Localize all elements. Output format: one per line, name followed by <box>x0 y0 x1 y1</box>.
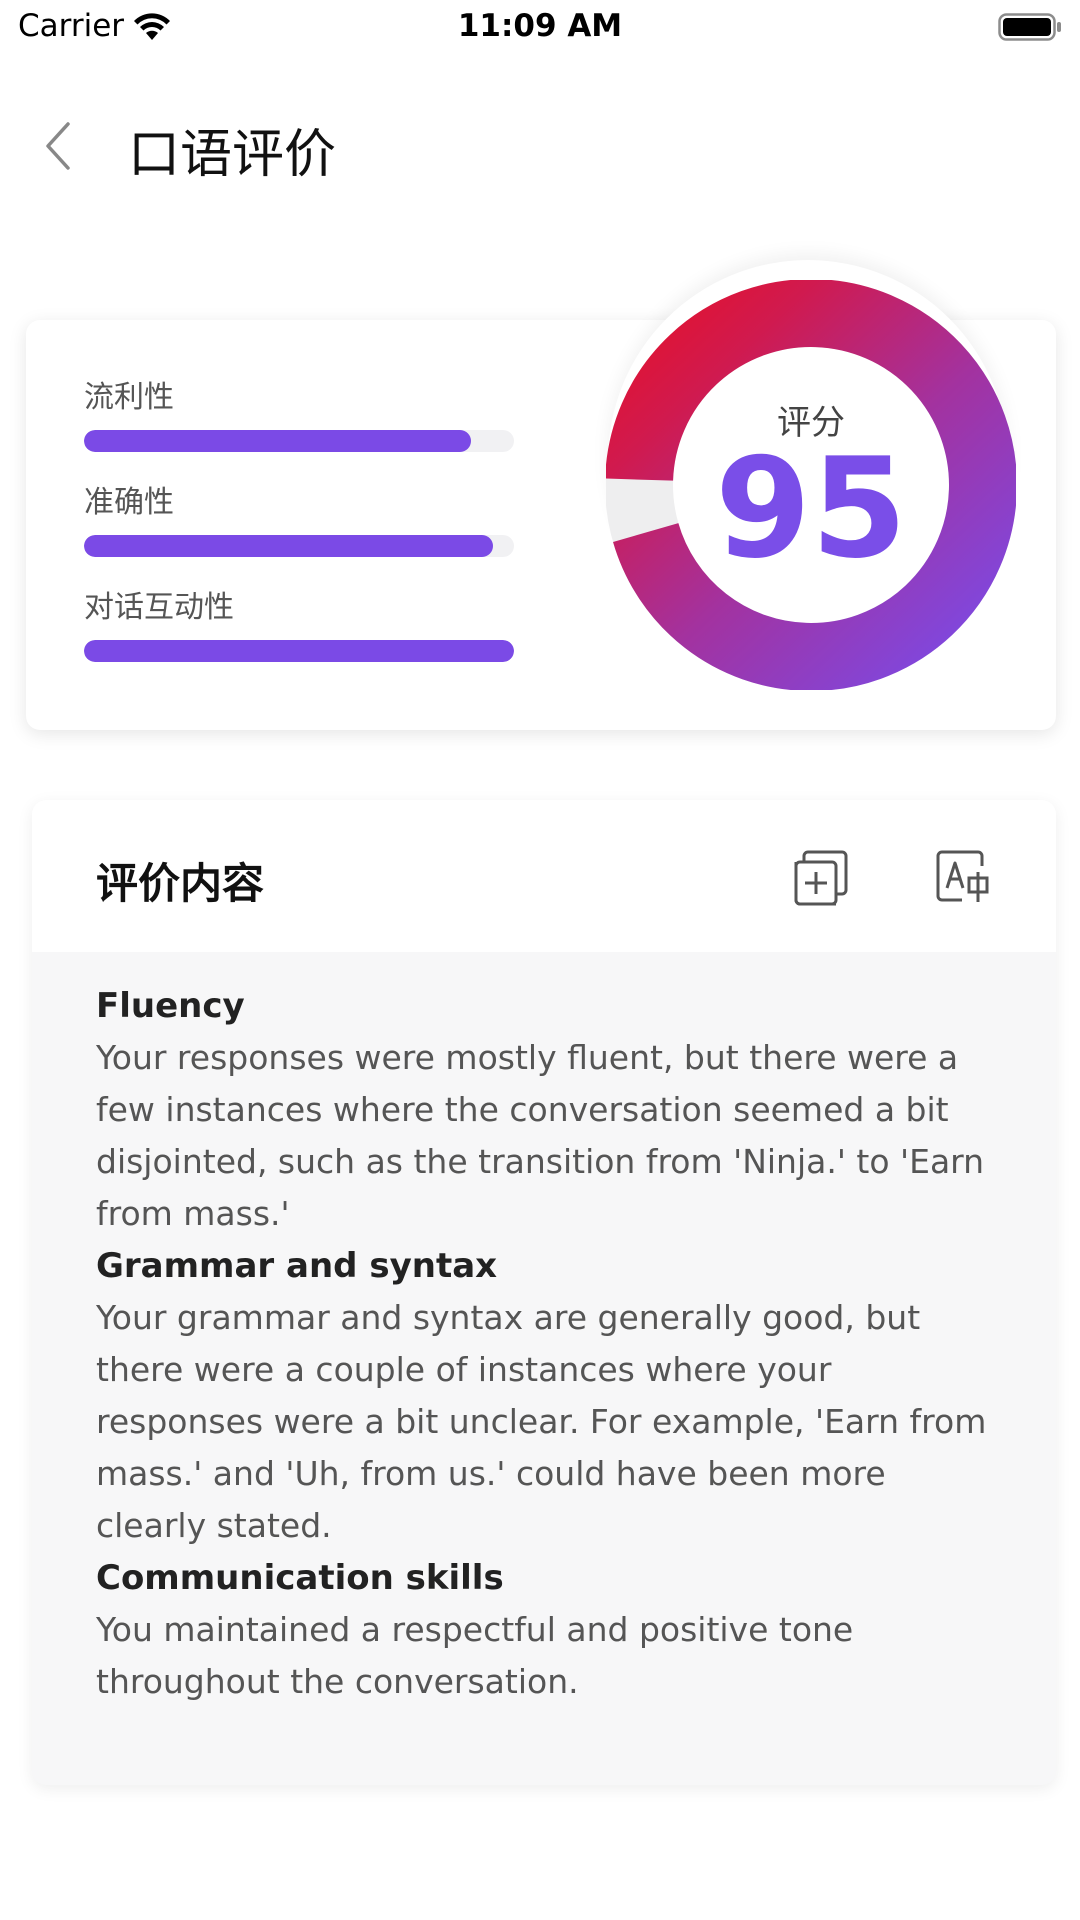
nav-header: 口语评价 <box>0 90 1080 200</box>
score-ring: 评分 95 <box>606 280 1016 690</box>
metric-fill <box>84 640 514 662</box>
section-text: Your responses were mostly fluent, but t… <box>96 1038 985 1233</box>
content-body: Fluency Your responses were mostly fluen… <box>96 980 1006 1708</box>
chevron-left-icon[interactable] <box>38 118 78 174</box>
metric-fluency: 流利性 <box>84 372 514 452</box>
metric-accuracy: 准确性 <box>84 477 514 557</box>
content-header: 评价内容 <box>32 800 1056 952</box>
metric-track <box>84 535 514 557</box>
metric-label: 准确性 <box>84 485 174 520</box>
section-title: Communication skills <box>96 1558 504 1598</box>
clock: 11:09 AM <box>457 8 623 44</box>
metric-interaction: 对话互动性 <box>84 582 514 662</box>
metric-fill <box>84 430 471 452</box>
score-value: 95 <box>714 428 908 589</box>
metric-fill <box>84 535 493 557</box>
metric-label: 对话互动性 <box>84 590 234 625</box>
content-title: 评价内容 <box>96 859 265 908</box>
section-text: Your grammar and syntax are generally go… <box>96 1298 987 1545</box>
status-bar: Carrier 11:09 AM <box>0 0 1080 54</box>
metric-track <box>84 640 514 662</box>
translate-icon[interactable] <box>936 850 994 906</box>
copy-add-icon[interactable] <box>792 850 850 906</box>
metric-label: 流利性 <box>84 380 174 415</box>
page-title: 口语评价 <box>128 125 337 185</box>
battery-icon <box>998 13 1062 41</box>
section-text: You maintained a respectful and positive… <box>96 1610 854 1701</box>
section-title: Fluency <box>96 986 245 1026</box>
evaluation-content-card: 评价内容 Fluency Your responses were mostly … <box>32 800 1056 1785</box>
section-title: Grammar and syntax <box>96 1246 498 1286</box>
metric-track <box>84 430 514 452</box>
